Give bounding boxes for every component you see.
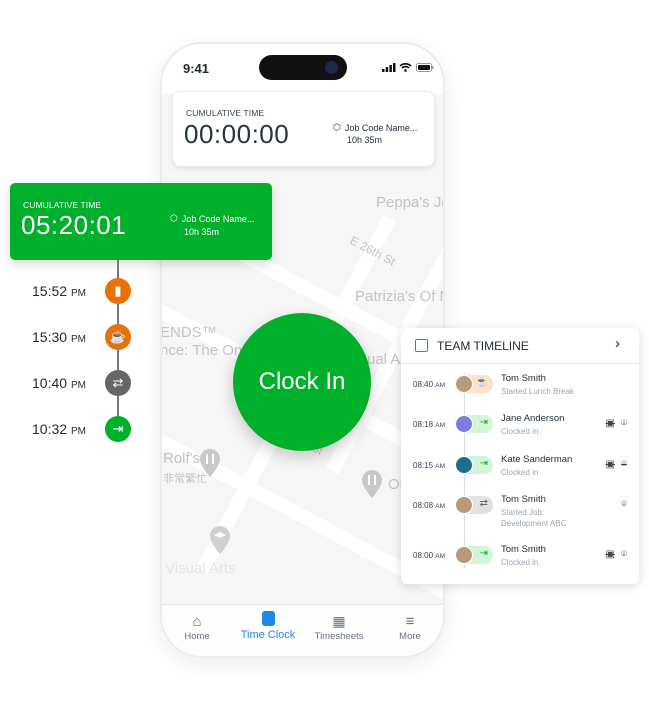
restaurant-pin-icon [362, 470, 382, 498]
coffee-icon: ☕ [105, 324, 131, 350]
timeline-board-icon [415, 339, 428, 352]
clock-in-icon: ⇥ [479, 548, 488, 559]
camera-off-icon: ▣ [605, 418, 615, 429]
wifi-icon [399, 63, 412, 72]
box-icon: ⬡ [170, 213, 178, 223]
location-icon: ⌾ [621, 418, 627, 429]
camera-icon [325, 61, 338, 74]
location-icon: ⌾ [621, 499, 627, 510]
camera-off-icon: ▣ [605, 459, 615, 470]
timeline-entry-time: 15:30 PM [32, 329, 86, 345]
timeline-entry-time: 10:32 PM [32, 421, 86, 437]
clock-in-icon: ⇥ [105, 416, 131, 442]
avatar [455, 546, 473, 564]
timeline-entry-time: 15:52 PM [32, 283, 86, 299]
avatar [455, 375, 473, 393]
nav-more[interactable]: ≡ More [375, 613, 443, 642]
restaurant-pin-icon [200, 449, 220, 477]
nav-timesheets[interactable]: ▦ Timesheets [304, 613, 374, 642]
nav-time-clock[interactable]: Time Clock [233, 611, 303, 641]
timeline-entry-time: 10:40 PM [32, 375, 86, 391]
clock-in-icon: ⇥ [479, 417, 488, 428]
location-off-icon: ⌾ [621, 459, 627, 470]
battery-status-icon [416, 63, 434, 72]
cumulative-time-card: CUMULATIVE TIME 00:00:00 ⬡ Job Code Name.… [172, 91, 435, 167]
team-timeline-card: TEAM TIMELINE › 08:40 AM ☕ Tom Smith Sta… [401, 328, 639, 584]
time-clock-icon [261, 611, 275, 626]
avatar [455, 415, 473, 433]
menu-icon: ≡ [405, 613, 415, 630]
timesheets-icon: ▦ [332, 613, 346, 629]
home-icon: ⌂ [192, 613, 202, 630]
location-icon: ⌾ [621, 549, 627, 560]
status-time: 9:41 [183, 61, 210, 76]
team-timeline-title: TEAM TIMELINE [437, 339, 529, 353]
swap-icon: ⇄ [105, 370, 131, 396]
avatar [455, 456, 473, 474]
coffee-icon: ☕ [475, 377, 488, 388]
signal-icon [382, 63, 396, 72]
team-timeline-row[interactable]: 08:40 AM ☕ Tom Smith Started Lunch Break [401, 372, 639, 402]
swap-icon: ⇄ [479, 498, 488, 509]
avatar [455, 496, 473, 514]
chevron-right-icon[interactable]: › [615, 335, 620, 352]
team-timeline-row[interactable]: 08:00 AM ⇥ Tom Smith Clocked in ▣ ⌾ [401, 543, 639, 573]
active-cumulative-time-card: CUMULATIVE TIME 05:20:01 ⬡ Job Code Name.… [10, 183, 272, 260]
team-timeline-row[interactable]: 08:18 AM ⇥ Jane Anderson Clocked in ▣ ⌾ [401, 412, 639, 442]
status-bar: 9:41 [162, 44, 443, 94]
team-timeline-row[interactable]: 08:08 AM ⇄ Tom Smith Started Job: Develop… [401, 493, 639, 528]
box-icon: ⬡ [333, 122, 341, 132]
active-time-value: 05:20:01 [21, 210, 127, 240]
cumulative-time-value: 00:00:00 [184, 119, 290, 149]
camera-off-icon: ▣ [605, 549, 615, 560]
nav-home[interactable]: ⌂ Home [162, 613, 232, 642]
dynamic-island [259, 55, 347, 80]
clock-in-icon: ⇥ [479, 458, 488, 469]
school-pin-icon [210, 526, 230, 554]
bottom-nav: ⌂ Home Time Clock ▦ Timesheets ≡ More [162, 604, 443, 656]
clock-in-button[interactable]: Clock In [233, 313, 371, 451]
battery-icon: ▮ [105, 278, 131, 304]
team-timeline-row[interactable]: 08:15 AM ⇥ Kate Sanderman Clocked in ▣ ⌾ [401, 453, 639, 483]
